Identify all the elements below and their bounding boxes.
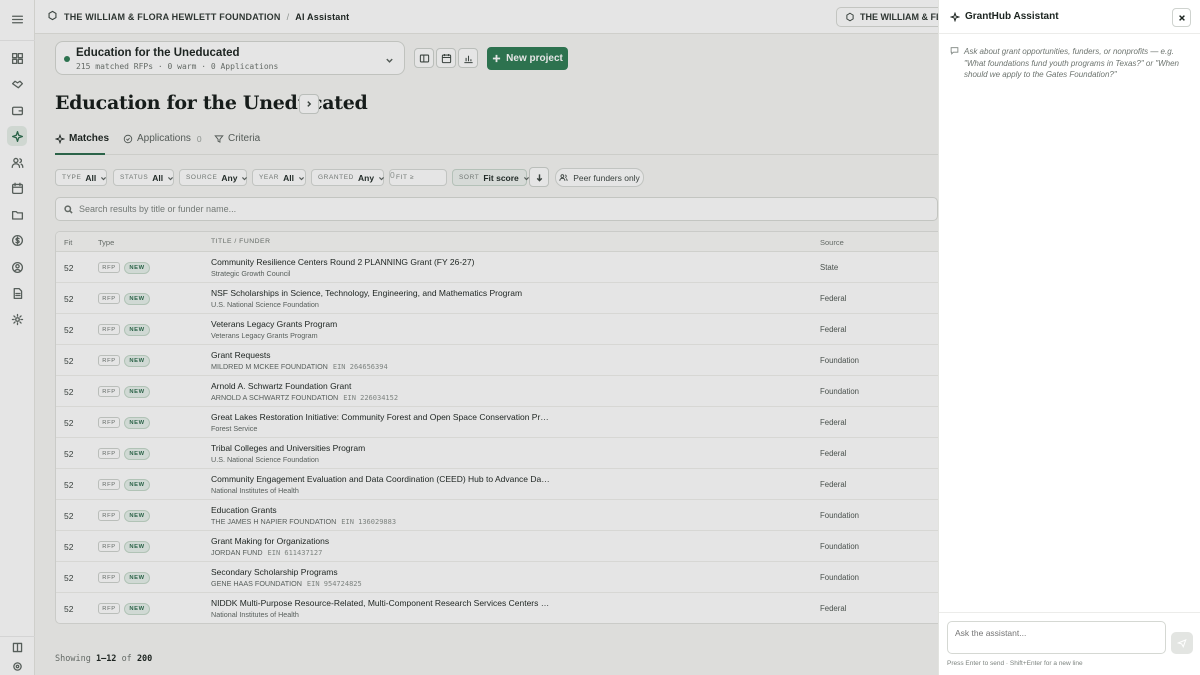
chat-icon xyxy=(950,47,959,55)
sparkle-icon xyxy=(950,11,960,22)
assistant-input[interactable] xyxy=(947,621,1166,654)
send-button[interactable] xyxy=(1171,632,1193,654)
close-button[interactable] xyxy=(1172,8,1191,27)
assistant-header: GrantHub Assistant xyxy=(939,0,1200,34)
assistant-title: GrantHub Assistant xyxy=(950,11,1059,22)
send-icon xyxy=(1177,638,1187,648)
assistant-title-text: GrantHub Assistant xyxy=(965,11,1059,22)
assistant-hint-text: Ask about grant opportunities, funders, … xyxy=(964,47,1180,79)
close-icon xyxy=(1178,14,1185,21)
assistant-panel: GrantHub Assistant Ask about grant oppor… xyxy=(938,0,1200,675)
assistant-composer: Press Enter to send · Shift+Enter for a … xyxy=(939,612,1200,675)
composer-hint: Press Enter to send · Shift+Enter for a … xyxy=(947,660,1083,667)
assistant-hint: Ask about grant opportunities, funders, … xyxy=(950,46,1190,81)
modal-backdrop[interactable] xyxy=(0,0,938,675)
